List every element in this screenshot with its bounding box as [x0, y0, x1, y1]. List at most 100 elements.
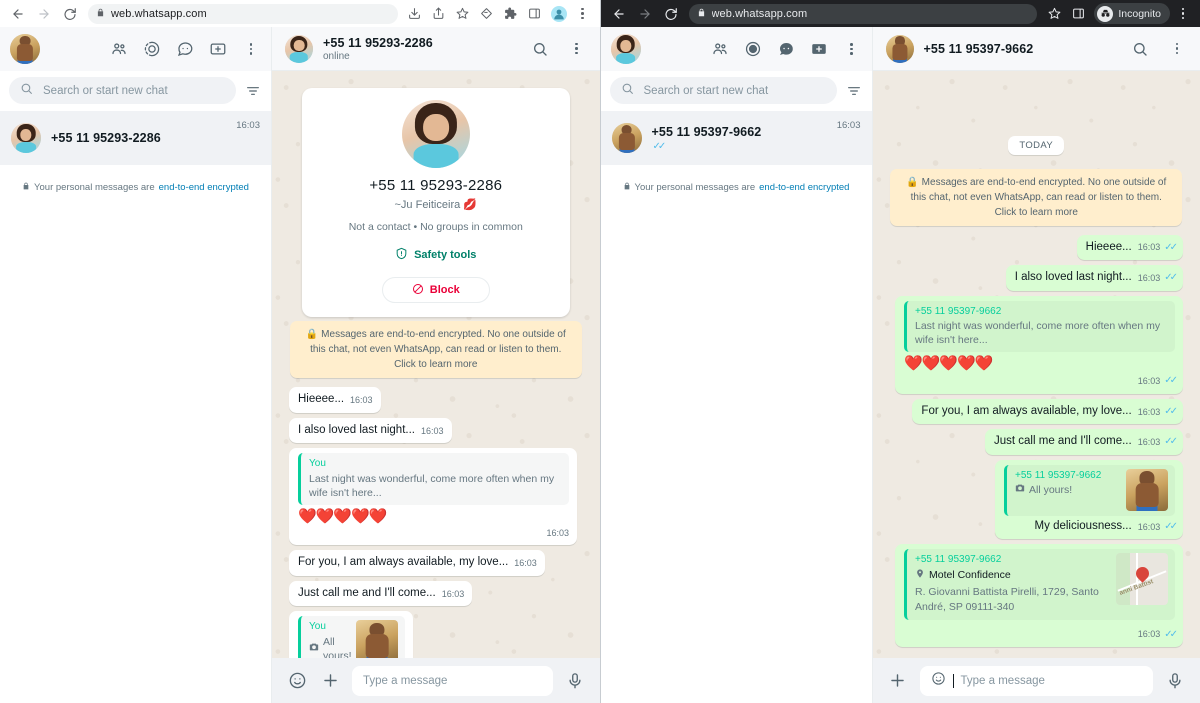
search-input[interactable]: Search or start new chat [609, 77, 837, 104]
message-time: 16:03 [546, 527, 569, 538]
message-bubble[interactable]: For you, I am always available, my love.… [289, 550, 545, 576]
message-bubble[interactable]: I also loved last night... 16:03 [289, 417, 452, 444]
new-chat-icon[interactable] [809, 39, 829, 59]
right-sidebar-header [600, 27, 872, 71]
attach-plus-icon[interactable] [887, 670, 909, 692]
message-bubble-with-photo-reply[interactable]: +55 11 95397-9662 All yours! My deliciou… [995, 459, 1183, 540]
bookmark-star-icon[interactable] [452, 3, 474, 25]
message-bubble[interactable]: Hieeee... 16:03 ✓✓ [1076, 234, 1183, 261]
filter-icon[interactable] [244, 82, 262, 100]
message-bubble[interactable]: Just call me and I'll come... 16:03 ✓✓ [985, 429, 1183, 455]
profile-avatar-icon[interactable] [548, 3, 570, 25]
menu-icon[interactable] [1167, 39, 1187, 59]
right-address-bar[interactable]: web.whatsapp.com [688, 3, 1038, 24]
safety-tools-button[interactable]: Safety tools [316, 247, 556, 263]
channels-icon[interactable] [175, 39, 195, 59]
right-profile-avatar[interactable] [610, 34, 641, 64]
bookmark-star-icon[interactable] [1043, 3, 1065, 25]
channels-icon[interactable] [776, 39, 796, 59]
incognito-indicator[interactable]: Incognito [1094, 3, 1170, 24]
avatar[interactable] [285, 34, 313, 63]
quoted-thumbnail [356, 620, 398, 658]
menu-icon[interactable] [241, 39, 261, 59]
page-title: +55 11 95397-9662 [923, 41, 1034, 56]
message-bubble[interactable]: Hieeee... 16:03 [289, 387, 381, 413]
quoted-message[interactable]: +55 11 95397-9662 All yours! [1004, 464, 1175, 516]
message-text: For you, I am always available, my love.… [921, 404, 1132, 417]
side-panel-icon[interactable] [524, 3, 546, 25]
profile-photo[interactable] [401, 100, 470, 168]
search-icon[interactable] [1130, 39, 1150, 59]
diamond-icon[interactable] [476, 3, 498, 25]
block-button[interactable]: Block [381, 277, 490, 303]
message-row: For you, I am always available, my love.… [289, 550, 583, 576]
back-arrow-icon[interactable] [607, 2, 631, 26]
microphone-icon[interactable] [564, 670, 586, 692]
encryption-system-note[interactable]: 🔒 Messages are end-to-end encrypted. No o… [289, 321, 582, 378]
message-text: Just call me and I'll come... [298, 586, 436, 599]
side-panel-icon[interactable] [1067, 3, 1089, 25]
quoted-message[interactable]: +55 11 95397-9662 Last night was wonderf… [904, 300, 1175, 353]
right-composer: Type a message [872, 658, 1200, 703]
message-bubble-with-reply[interactable]: +55 11 95397-9662 Last night was wonderf… [895, 295, 1183, 394]
delivery-ticks: ✓✓ [652, 140, 667, 152]
encryption-note-link[interactable]: end-to-end encrypted [159, 182, 249, 193]
message-bubble-with-location-reply[interactable]: +55 11 95397-9662 Motel Confidence R. Gi… [895, 544, 1183, 647]
encryption-note-text: Messages are end-to-end encrypted. No on… [910, 176, 1167, 218]
message-bubble[interactable]: I also loved last night... 16:03 ✓✓ [1005, 265, 1183, 291]
menu-icon[interactable] [842, 39, 862, 59]
share-icon[interactable] [428, 3, 450, 25]
communities-icon[interactable] [710, 39, 730, 59]
message-bubble[interactable]: For you, I am always available, my love.… [912, 398, 1183, 425]
extensions-puzzle-icon[interactable] [500, 3, 522, 25]
left-message-area[interactable]: +55 11 95293-2286 ~Ju Feiticeira 💋 Not a… [272, 71, 600, 658]
search-input[interactable]: Search or start new chat [9, 77, 236, 104]
message-meta: 16:03 [514, 557, 537, 570]
message-input[interactable]: Type a message [919, 665, 1153, 696]
encryption-note-prefix: Your personal messages are [34, 182, 155, 193]
list-item[interactable]: +55 11 95397-9662 ✓✓ 16:03 [600, 111, 872, 165]
communities-icon[interactable] [109, 39, 129, 59]
right-message-area[interactable]: TODAY 🔒 Messages are end-to-end encrypted… [872, 71, 1200, 658]
map-thumbnail[interactable]: anni Battist [1116, 553, 1168, 606]
microphone-icon[interactable] [1164, 670, 1186, 692]
quoted-message[interactable]: You All yours! [298, 616, 405, 658]
message-bubble-with-photo-reply[interactable]: You All yours! [289, 611, 413, 658]
quoted-location[interactable]: +55 11 95397-9662 Motel Confidence R. Gi… [904, 549, 1175, 620]
reload-icon[interactable] [58, 2, 82, 26]
forward-arrow-icon[interactable] [633, 2, 657, 26]
forward-arrow-icon[interactable] [32, 2, 56, 26]
message-bubble[interactable]: Just call me and I'll come... 16:03 [289, 580, 473, 607]
encryption-system-note[interactable]: 🔒 Messages are end-to-end encrypted. No o… [890, 168, 1183, 226]
avatar [11, 123, 41, 153]
status-icon[interactable] [142, 39, 162, 59]
avatar[interactable] [885, 34, 914, 63]
encryption-note-link[interactable]: end-to-end encrypted [759, 182, 849, 193]
emoji-icon[interactable] [286, 670, 308, 692]
message-meta: 16:03 ✓✓ [1138, 435, 1178, 450]
menu-icon[interactable] [567, 39, 587, 59]
chrome-menu-icon[interactable] [572, 3, 594, 25]
safety-tools-label: Safety tools [414, 249, 477, 261]
back-arrow-icon[interactable] [6, 2, 30, 26]
left-url-text: web.whatsapp.com [111, 7, 207, 20]
left-address-bar[interactable]: web.whatsapp.com [88, 3, 398, 24]
download-icon[interactable] [404, 3, 426, 25]
search-icon[interactable] [530, 39, 550, 59]
new-chat-icon[interactable] [208, 39, 228, 59]
quoted-message[interactable]: You Last night was wonderful, come more … [298, 453, 569, 505]
attach-plus-icon[interactable] [319, 670, 341, 692]
message-row: Hieeee... 16:03 ✓✓ [890, 234, 1183, 261]
quoted-text: All yours! [323, 635, 352, 658]
filter-icon[interactable] [845, 82, 863, 100]
message-row: +55 11 95397-9662 Motel Confidence R. Gi… [890, 544, 1183, 647]
list-item[interactable]: +55 11 95293-2286 16:03 [0, 111, 271, 165]
reload-icon[interactable] [659, 2, 683, 26]
emoji-icon[interactable] [931, 671, 946, 691]
message-input[interactable]: Type a message [352, 665, 553, 696]
message-meta: 16:03 ✓✓ [1138, 271, 1178, 286]
status-icon[interactable] [743, 39, 763, 59]
chrome-menu-icon[interactable] [1172, 3, 1194, 25]
left-profile-avatar[interactable] [10, 34, 40, 64]
message-bubble-with-reply[interactable]: You Last night was wonderful, come more … [289, 448, 577, 546]
